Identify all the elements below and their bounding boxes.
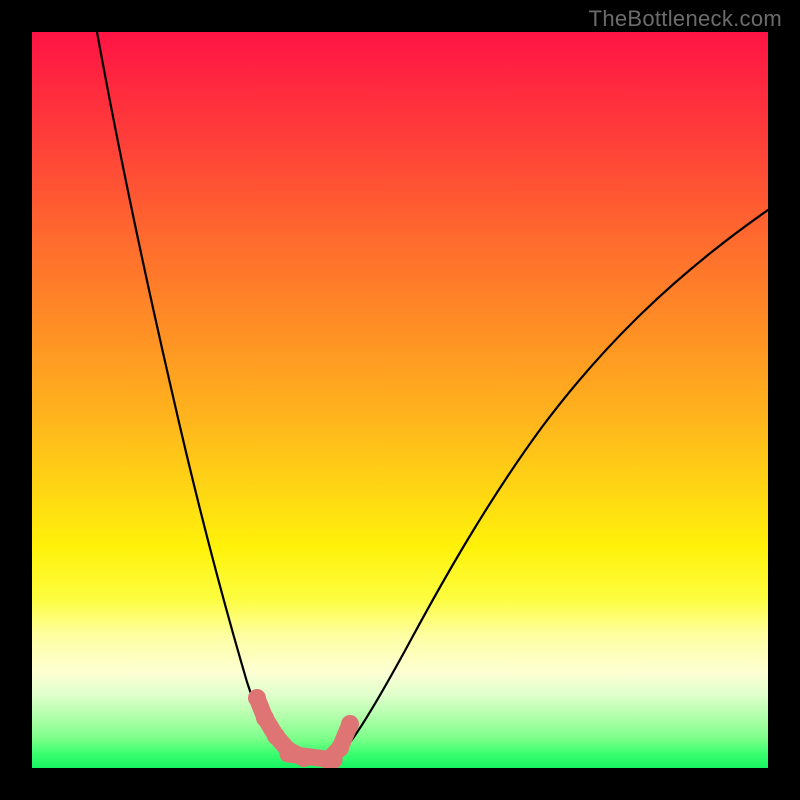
chart-frame: TheBottleneck.com — [0, 0, 800, 800]
watermark-text: TheBottleneck.com — [589, 6, 782, 32]
plot-area — [32, 32, 768, 768]
curve-layer — [32, 32, 768, 768]
curve-right-branch — [342, 210, 768, 752]
curve-left-branch — [97, 32, 282, 754]
